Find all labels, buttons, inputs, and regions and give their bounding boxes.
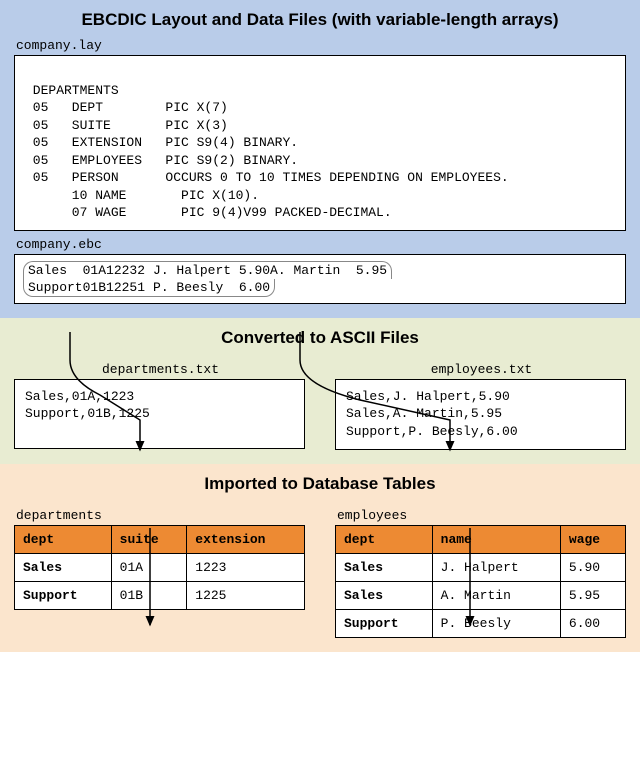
section-ebcdic: EBCDIC Layout and Data Files (with varia… (0, 0, 640, 318)
th-suite: suite (111, 525, 187, 553)
th-dept: dept (15, 525, 112, 553)
db-table-employees: dept name wage Sales J. Halpert 5.90 Sal… (335, 525, 626, 638)
table-row: Sales J. Halpert 5.90 (336, 553, 626, 581)
layout-filename: company.lay (16, 38, 626, 53)
th-extension: extension (187, 525, 305, 553)
ebc-row0-left: Sales 01A12232 (23, 261, 149, 279)
table-row: Sales A. Martin 5.95 (336, 581, 626, 609)
db-left-name: departments (16, 508, 305, 523)
th-name: name (432, 525, 560, 553)
ascii-right-box: Sales,J. Halpert,5.90 Sales,A. Martin,5.… (335, 379, 626, 450)
ebc-file-box: Sales 01A12232 J. Halpert 5.90A. Martin … (14, 254, 626, 304)
ebc-row1-right: P. Beesly 6.00 (149, 279, 275, 297)
ascii-left-filename: departments.txt (16, 362, 305, 377)
table-row: Support 01B 1225 (15, 581, 305, 609)
section-db: Imported to Database Tables departments … (0, 464, 640, 652)
section2-title: Converted to ASCII Files (14, 328, 626, 348)
table-row: Sales 01A 1223 (15, 553, 305, 581)
table-header-row: dept name wage (336, 525, 626, 553)
ebc-filename: company.ebc (16, 237, 626, 252)
section-ascii: Converted to ASCII Files departments.txt… (0, 318, 640, 464)
ebc-row1-left: Support01B12251 (23, 279, 149, 297)
ebc-row0-right: J. Halpert 5.90A. Martin 5.95 (149, 261, 392, 279)
section3-title: Imported to Database Tables (14, 474, 626, 494)
section1-title: EBCDIC Layout and Data Files (with varia… (14, 10, 626, 30)
db-table-departments: dept suite extension Sales 01A 1223 Supp… (14, 525, 305, 610)
table-row: Support P. Beesly 6.00 (336, 609, 626, 637)
layout-file-box: DEPARTMENTS 05 DEPT PIC X(7) 05 SUITE PI… (14, 55, 626, 231)
table-header-row: dept suite extension (15, 525, 305, 553)
ascii-left-box: Sales,01A,1223 Support,01B,1225 (14, 379, 305, 449)
th-dept2: dept (336, 525, 433, 553)
ascii-right-filename: employees.txt (337, 362, 626, 377)
th-wage: wage (560, 525, 625, 553)
db-right-name: employees (337, 508, 626, 523)
